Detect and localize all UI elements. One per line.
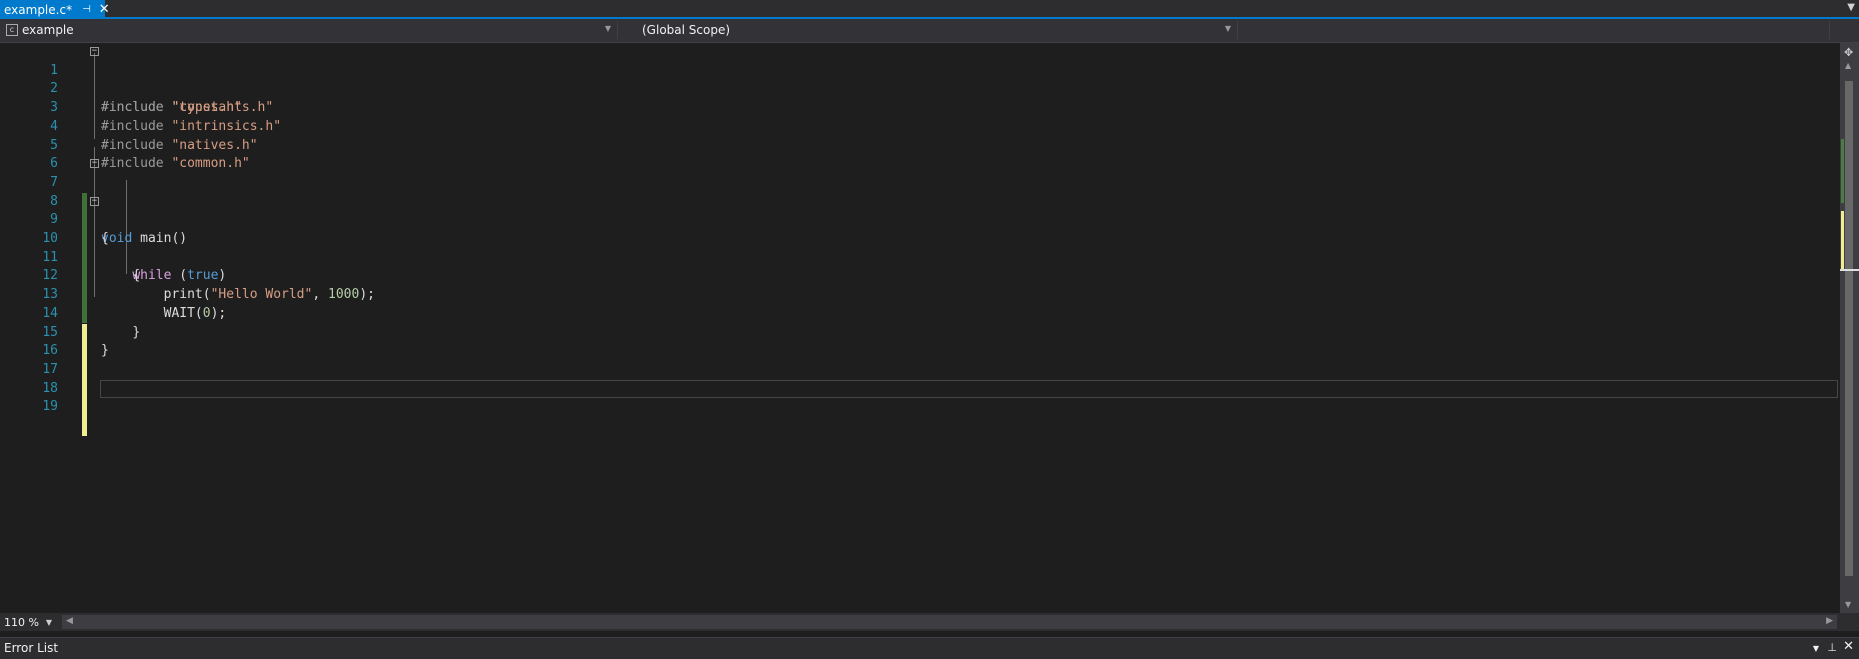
document-tab-strip: example.c* ⊣ ✕ ▼ [0,0,1859,19]
line-number: 19 [42,399,58,415]
code-line[interactable]: 4 #include "natives.h" [0,99,1840,153]
code-line[interactable]: 5 #include "common.h" [0,118,1840,172]
project-icon: c [6,24,18,36]
scroll-left-icon[interactable]: ◀ [66,616,73,626]
pin-icon[interactable]: ⊣ [82,4,91,15]
horizontal-scrollbar[interactable]: ◀ ▶ [62,615,1837,629]
unsaved-change-marker [82,417,87,436]
code-line[interactable]: 1 − #include "types.h" [0,43,1840,116]
chevron-down-icon: ▼ [45,617,52,627]
code-line[interactable]: 12 WAIT(0); [0,249,1840,320]
code-line[interactable]: 14 } [0,286,1840,358]
code-line[interactable]: 6 [0,137,1840,171]
code-line[interactable]: 10 { [0,211,1840,283]
code-line[interactable]: 15 [0,305,1840,361]
member-dropdown[interactable] [1240,21,1830,39]
tab-label: example.c* [4,2,73,17]
close-icon[interactable]: ✕ [99,2,110,17]
project-name: example [22,23,74,37]
code-line[interactable]: 11 print("Hello World", 1000); [0,230,1840,302]
code-line[interactable]: 18 [0,361,1840,417]
caret-position-marker [1840,269,1859,271]
code-line[interactable]: 16 [0,324,1840,380]
panel-title: Error List [4,641,59,655]
code-line[interactable]: 17 [0,342,1840,399]
unsaved-change-map-marker [1841,211,1844,269]
saved-change-map-marker [1841,139,1844,203]
scope-name: (Global Scope) [642,23,731,37]
code-line[interactable]: 3 #include "intrinsics.h" [0,80,1840,134]
split-handle-icon[interactable]: ✥ [1844,46,1853,59]
error-list-panel[interactable]: Error List ▼ ⊥ ✕ [0,637,1859,659]
chevron-down-icon: ▼ [604,24,611,33]
scroll-thumb[interactable] [1845,81,1853,576]
collapse-icon[interactable]: − [90,196,99,206]
vertical-scrollbar[interactable]: ✥ ▲ ▼ [1840,43,1859,613]
zoom-value: 110 % [4,615,39,629]
code-line[interactable]: 8 { [0,174,1840,246]
project-dropdown[interactable]: c example ▼ [0,21,618,39]
unsaved-change-marker [82,398,87,417]
navigation-bar: c example ▼ (Global Scope) ▼ [0,19,1859,43]
scroll-up-icon[interactable]: ▲ [1845,61,1851,70]
code-line[interactable]: 2 #include "constants.h" [0,62,1840,115]
tab-example-c[interactable]: example.c* ⊣ ✕ [0,0,110,19]
editor-bottom-bar: 110 % ▼ ◀ ▶ [0,613,1859,631]
code-line[interactable]: 9 − while (true) [0,193,1840,283]
close-icon[interactable]: ✕ [1843,639,1854,654]
window-position-icon[interactable]: ▼ [1813,644,1819,653]
code-line[interactable]: 7 − void main() [0,155,1840,246]
code-editor[interactable]: 1 − #include "types.h" 2 #include "const… [0,43,1840,613]
scroll-right-icon[interactable]: ▶ [1826,616,1833,626]
chevron-down-icon: ▼ [1224,24,1231,33]
collapse-icon[interactable]: − [90,47,99,56]
collapse-icon[interactable]: − [90,159,99,169]
tab-overflow-icon[interactable]: ▼ [1847,2,1855,13]
current-line-highlight [100,380,1838,398]
scroll-down-icon[interactable]: ▼ [1845,600,1851,609]
zoom-dropdown[interactable]: 110 % ▼ [0,613,58,631]
scope-dropdown[interactable]: (Global Scope) ▼ [620,21,1238,39]
code-line[interactable]: 13 } [0,267,1840,339]
pin-icon[interactable]: ⊥ [1827,641,1837,654]
